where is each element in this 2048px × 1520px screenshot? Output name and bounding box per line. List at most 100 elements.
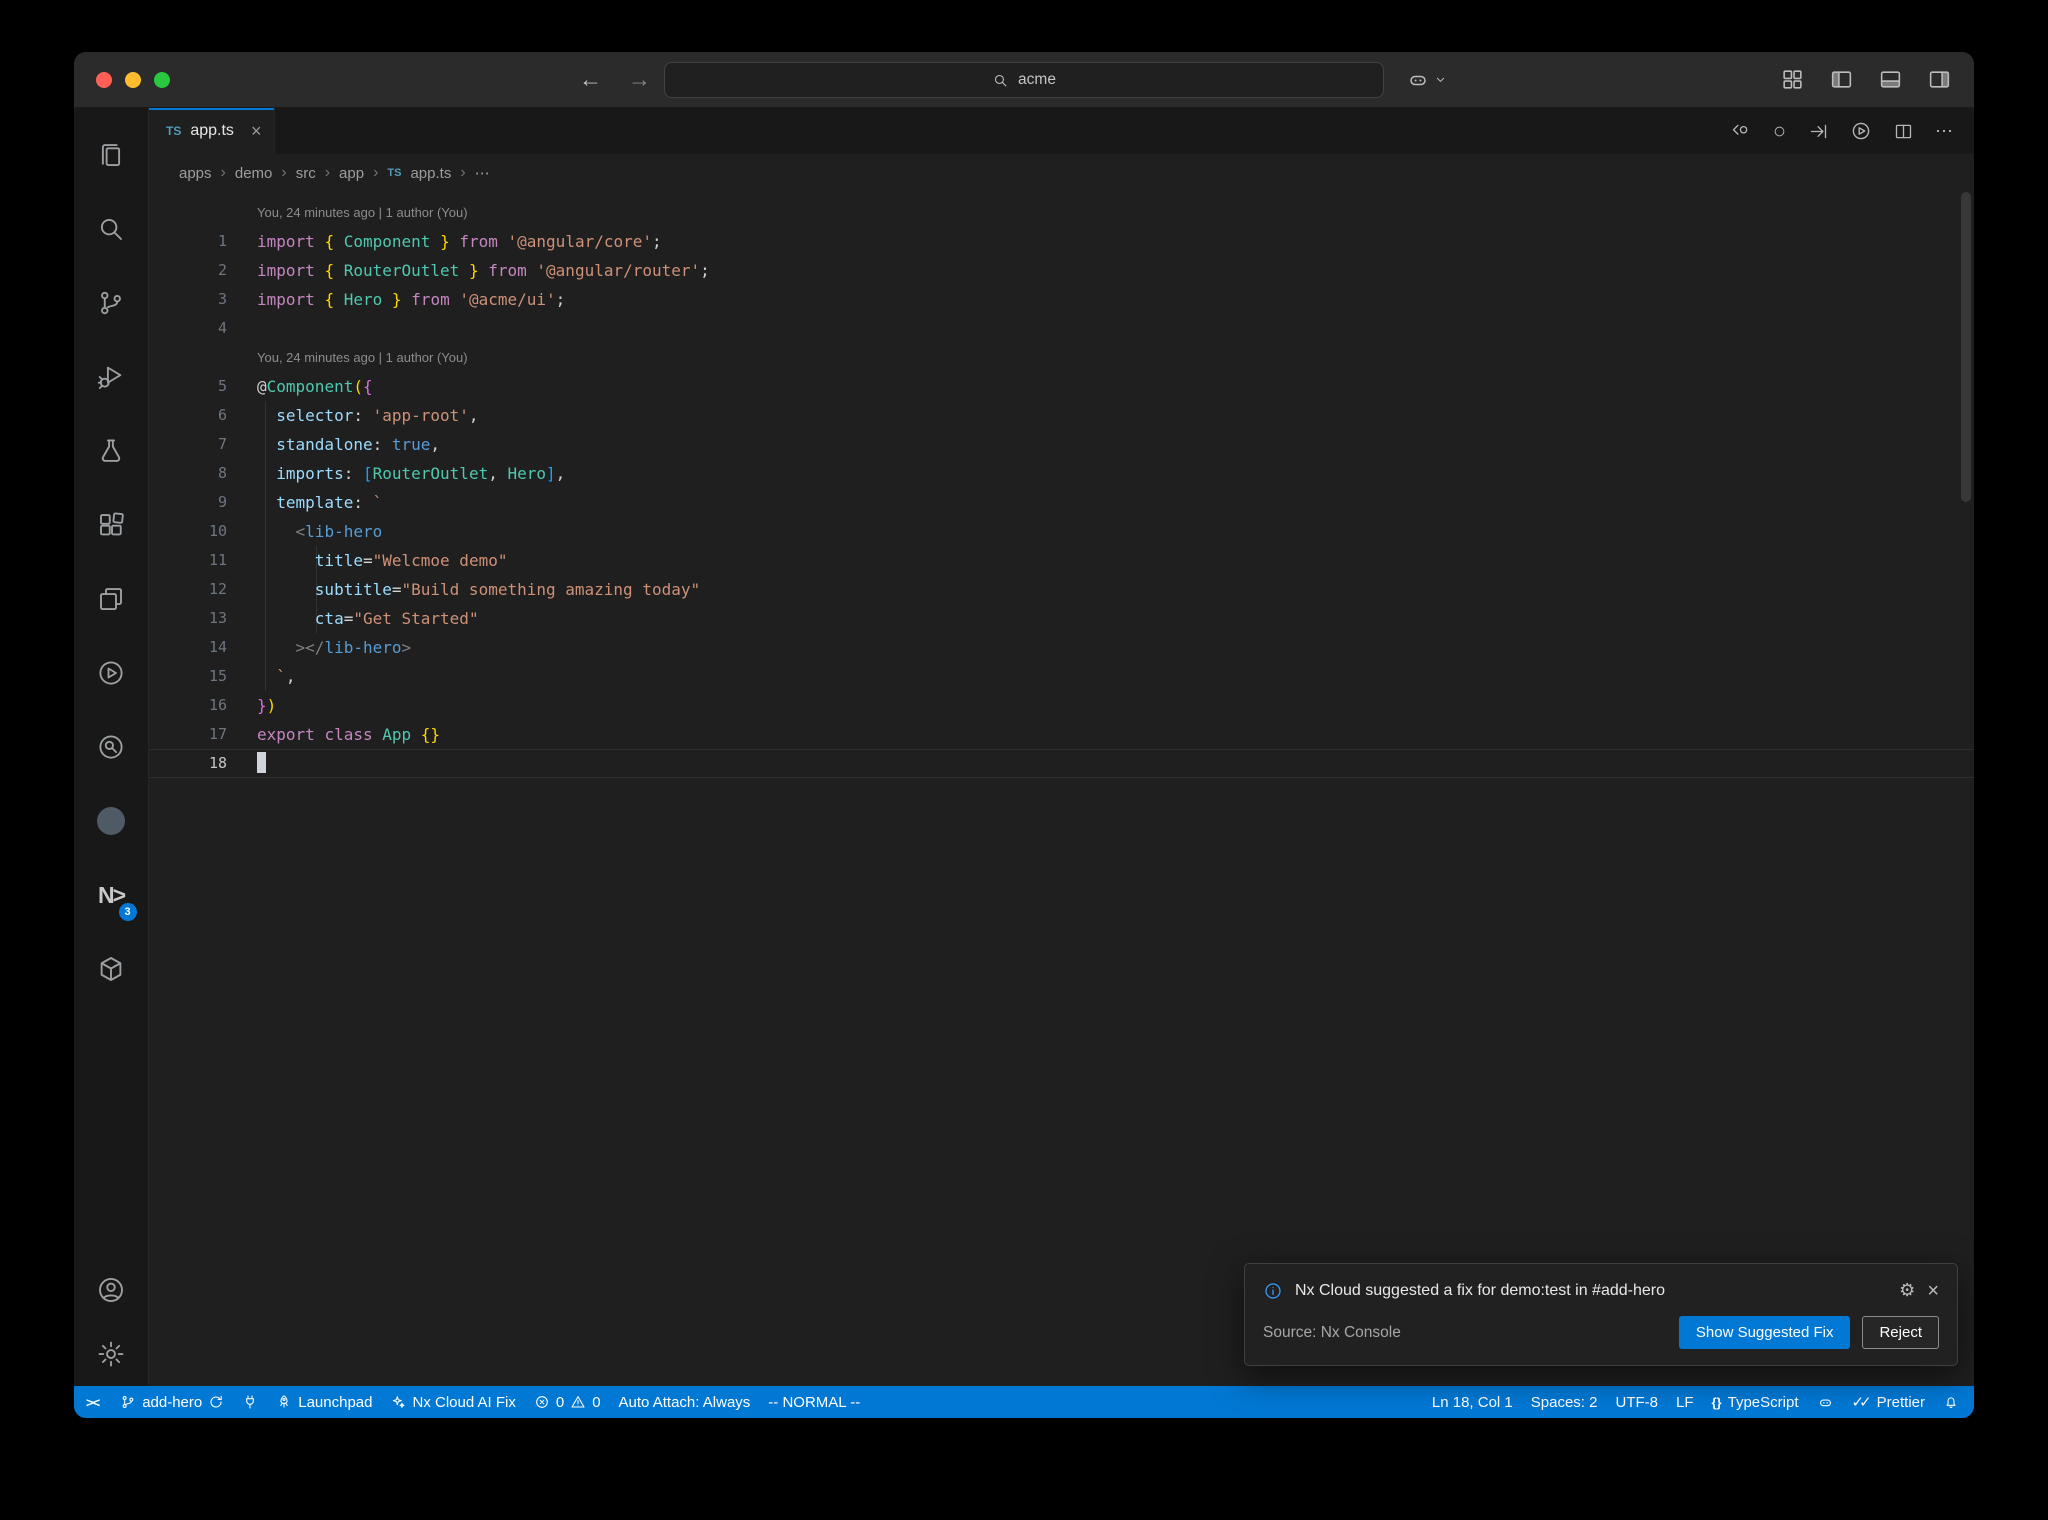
open-changes-icon[interactable] — [1730, 121, 1751, 142]
copilot-icon — [1410, 75, 1426, 85]
notifications-status[interactable] — [1934, 1386, 1968, 1418]
run-debug-icon[interactable] — [74, 340, 149, 414]
extensions-icon[interactable] — [74, 488, 149, 562]
nx-console-icon[interactable]: N> 3 — [74, 858, 149, 932]
scrollbar-thumb[interactable] — [1961, 192, 1971, 502]
screen: ← → acme N> 3 TS app.ts × ⋯ apps › demo … — [0, 0, 2048, 1520]
close-window-button[interactable] — [96, 71, 112, 88]
settings-gear-icon[interactable] — [74, 1322, 149, 1386]
toggle-secondary-sidebar-icon[interactable] — [1927, 67, 1952, 92]
code-line[interactable]: 11 title="Welcmoe demo" — [149, 546, 1974, 575]
code-line[interactable]: 3 import { Hero } from '@acme/ui'; — [149, 285, 1974, 314]
code-line[interactable]: 16}) — [149, 691, 1974, 720]
copilot-menu[interactable] — [1406, 68, 1448, 92]
toggle-sidebar-icon[interactable] — [1829, 67, 1854, 92]
remote-indicator[interactable]: >< — [74, 1386, 111, 1418]
code-line[interactable]: 9 template: ` — [149, 488, 1974, 517]
vscode-window: ← → acme N> 3 TS app.ts × ⋯ apps › demo … — [74, 52, 1974, 1418]
toast-source: Source: Nx Console — [1263, 1323, 1401, 1341]
code-line[interactable]: 14 ></lib-hero> — [149, 633, 1974, 662]
tab-bar: TS app.ts × ⋯ — [149, 108, 1974, 154]
angular-icon[interactable] — [74, 784, 149, 858]
back-arrow-icon[interactable]: ← — [579, 66, 602, 93]
auto-attach-status[interactable]: Auto Attach: Always — [610, 1386, 760, 1418]
explorer-icon[interactable] — [74, 118, 149, 192]
command-center-search[interactable]: acme — [664, 62, 1384, 98]
forward-arrow-icon[interactable]: → — [628, 66, 651, 93]
launchpad-status[interactable]: Launchpad — [267, 1386, 381, 1418]
plug-status[interactable] — [233, 1386, 267, 1418]
toggle-panel-icon[interactable] — [1878, 67, 1903, 92]
code-line[interactable]: 12 subtitle="Build something amazing tod… — [149, 575, 1974, 604]
code-line[interactable]: 10 <lib-hero — [149, 517, 1974, 546]
line-content: @Component({ — [257, 377, 373, 396]
branch-status[interactable]: add-hero — [111, 1386, 233, 1418]
eol-status[interactable]: LF — [1667, 1386, 1703, 1418]
code-line[interactable]: 2 import { RouterOutlet } from '@angular/… — [149, 256, 1974, 285]
problems-status[interactable]: 0 0 — [525, 1386, 610, 1418]
toast-close-icon[interactable]: × — [1927, 1281, 1939, 1301]
breadcrumb-item[interactable]: app — [339, 165, 364, 182]
run-file-icon[interactable] — [1850, 120, 1872, 142]
split-editor-icon[interactable] — [1893, 121, 1914, 142]
nx-cloud-fix-status[interactable]: Nx Cloud AI Fix — [381, 1386, 524, 1418]
account-icon[interactable] — [74, 1258, 149, 1322]
breadcrumb-item[interactable]: app.ts — [410, 165, 451, 182]
close-tab-icon[interactable]: × — [251, 122, 262, 140]
line-content: export class App {} — [257, 725, 441, 744]
formatter-status[interactable]: ✓✓ Prettier — [1843, 1386, 1935, 1418]
play-circle-icon[interactable] — [74, 636, 149, 710]
line-content — [227, 749, 266, 778]
run-arrow-icon[interactable] — [1808, 121, 1829, 142]
breadcrumb-item[interactable]: src — [296, 165, 316, 182]
line-content: <lib-hero — [295, 522, 383, 541]
overlapping-windows-icon[interactable] — [74, 562, 149, 636]
breadcrumb-item[interactable]: demo — [235, 165, 273, 182]
chevron-right-icon: › — [373, 164, 379, 181]
line-number: 4 — [217, 319, 227, 337]
breadcrumb-item[interactable]: ⋯ — [475, 164, 490, 182]
search-sidebar-icon[interactable] — [74, 192, 149, 266]
line-number: 1 — [217, 232, 227, 250]
code-search-icon[interactable] — [74, 710, 149, 784]
code-line[interactable]: 8 imports: [RouterOutlet, Hero], — [149, 459, 1974, 488]
code-line[interactable]: 17 export class App {} — [149, 720, 1974, 749]
braces-icon: {} — [1711, 1394, 1722, 1410]
line-content: You, 24 minutes ago | 1 author (You) — [257, 350, 468, 365]
cursor-position-status[interactable]: Ln 18, Col 1 — [1423, 1386, 1522, 1418]
code-line[interactable]: 6 selector: 'app-root', — [149, 401, 1974, 430]
customize-layout-icon[interactable] — [1780, 67, 1805, 92]
code-line[interactable]: 15 `, — [149, 662, 1974, 691]
tab-app-ts[interactable]: TS app.ts × — [149, 108, 276, 154]
toast-settings-gear-icon[interactable]: ⚙ — [1899, 1280, 1915, 1301]
code-line[interactable]: 4 — [149, 314, 1974, 343]
more-actions-icon[interactable]: ⋯ — [1935, 121, 1954, 142]
indentation-status[interactable]: Spaces: 2 — [1522, 1386, 1607, 1418]
toast-title: Nx Cloud suggested a fix for demo:test i… — [1295, 1281, 1665, 1299]
package-icon[interactable] — [74, 932, 149, 1006]
testing-icon[interactable] — [74, 414, 149, 488]
code-line[interactable]: 7 standalone: true, — [149, 430, 1974, 459]
reject-button[interactable]: Reject — [1862, 1316, 1939, 1349]
encoding-status[interactable]: UTF-8 — [1606, 1386, 1667, 1418]
copilot-status[interactable] — [1808, 1386, 1843, 1418]
code-line[interactable]: 1 import { Component } from '@angular/cor… — [149, 227, 1974, 256]
minimize-window-button[interactable] — [125, 71, 141, 88]
line-content: template: ` — [276, 493, 383, 512]
code-line[interactable]: 13 cta="Get Started" — [149, 604, 1974, 633]
code-line[interactable]: 18 — [149, 749, 1974, 778]
breadcrumb-item[interactable]: apps — [179, 165, 212, 182]
code-line[interactable]: 5 @Component({ — [149, 372, 1974, 401]
source-control-icon[interactable] — [74, 266, 149, 340]
warning-icon — [571, 1396, 585, 1408]
line-content: import { RouterOutlet } from '@angular/r… — [257, 261, 710, 280]
codelens-row[interactable]: You, 24 minutes ago | 1 author (You) — [149, 343, 1974, 372]
code-editor[interactable]: You, 24 minutes ago | 1 author (You) 1 imp… — [149, 192, 1974, 1386]
vim-mode-status[interactable]: -- NORMAL -- — [759, 1386, 869, 1418]
zoom-window-button[interactable] — [154, 71, 170, 88]
show-suggested-fix-button[interactable]: Show Suggested Fix — [1678, 1316, 1851, 1349]
outline-circle-icon[interactable] — [1772, 124, 1787, 139]
status-bar: >< add-hero Launchpad Nx Cloud AI Fix 0 — [74, 1386, 1974, 1418]
language-status[interactable]: {} TypeScript — [1703, 1386, 1808, 1418]
codelens-row[interactable]: You, 24 minutes ago | 1 author (You) — [149, 198, 1974, 227]
